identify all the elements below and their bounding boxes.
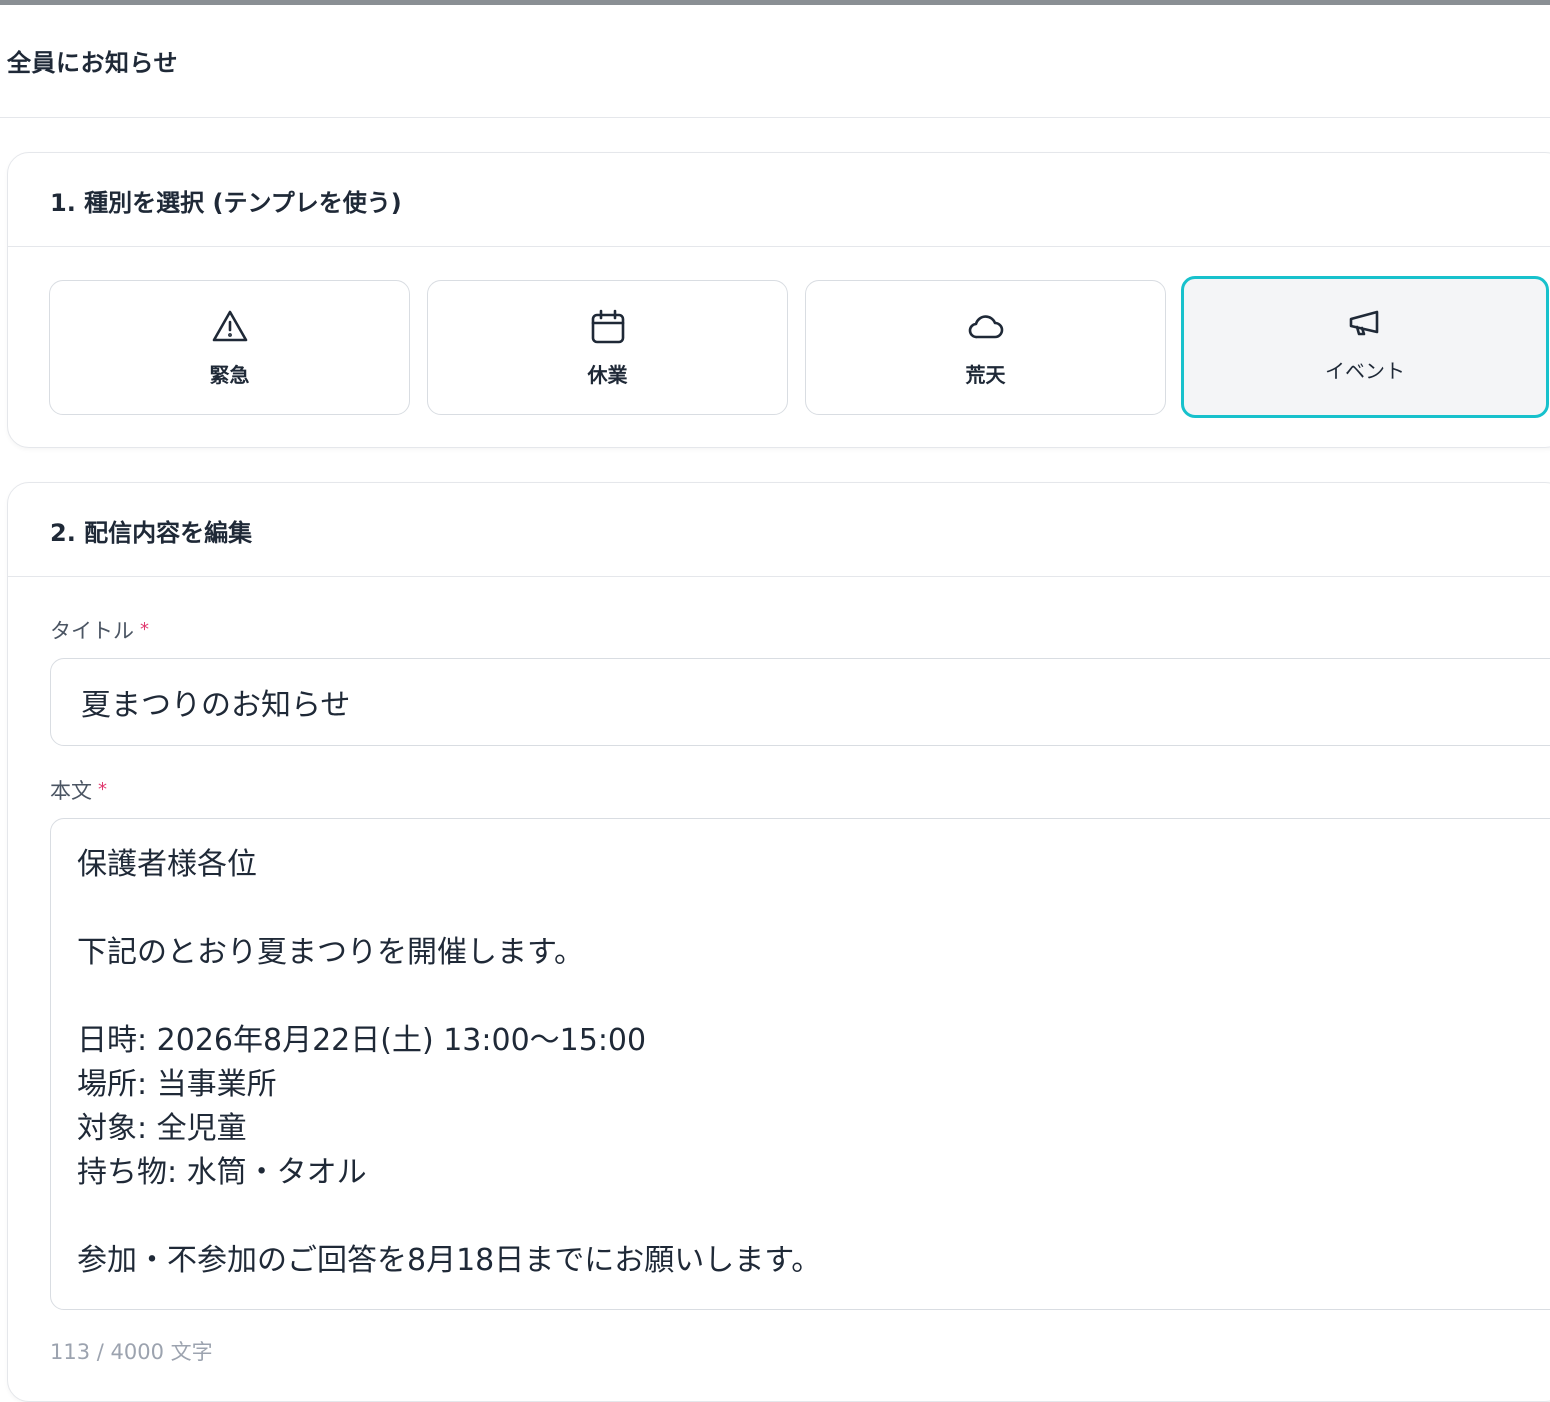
megaphone-icon	[1345, 303, 1385, 343]
template-select-card: 1. 種別を選択 (テンプレを使う) 緊急 休業 荒天 イベント	[7, 152, 1550, 448]
page-header: 全員にお知らせ	[0, 5, 1550, 118]
card-header: 1. 種別を選択 (テンプレを使う)	[8, 153, 1550, 247]
char-count: 113 / 4000 文字	[50, 1340, 213, 1364]
body-field-label: 本文 *	[50, 775, 107, 805]
card-header: 2. 配信内容を編集	[8, 483, 1550, 577]
template-label: 緊急	[209, 363, 250, 387]
section-2-title: 2. 配信内容を編集	[50, 519, 253, 547]
template-button-event[interactable]: イベント	[1181, 276, 1549, 418]
body-textarea[interactable]: 保護者様各位 下記のとおり夏まつりを開催します。 日時: 2026年8月22日(…	[50, 818, 1550, 1310]
cloud-icon	[966, 307, 1006, 347]
required-mark: *	[98, 779, 107, 800]
warning-triangle-icon	[210, 307, 250, 347]
template-button-closure[interactable]: 休業	[427, 280, 788, 415]
page-title: 全員にお知らせ	[7, 49, 179, 77]
template-label: イベント	[1325, 359, 1405, 383]
template-label: 休業	[587, 363, 628, 387]
calendar-icon	[588, 307, 628, 347]
edit-content-card: 2. 配信内容を編集 タイトル * 本文 * 保護者様各位 下記のとおり夏まつりを開…	[7, 482, 1550, 1402]
title-field-label: タイトル *	[50, 615, 149, 645]
section-1-title: 1. 種別を選択 (テンプレを使う)	[50, 189, 402, 217]
title-label-text: タイトル	[50, 619, 134, 643]
template-button-weather[interactable]: 荒天	[805, 280, 1166, 415]
template-button-emergency[interactable]: 緊急	[49, 280, 410, 415]
title-input[interactable]	[50, 658, 1550, 746]
body-label-text: 本文	[50, 779, 92, 803]
template-label: 荒天	[965, 363, 1006, 387]
required-mark: *	[140, 619, 149, 640]
